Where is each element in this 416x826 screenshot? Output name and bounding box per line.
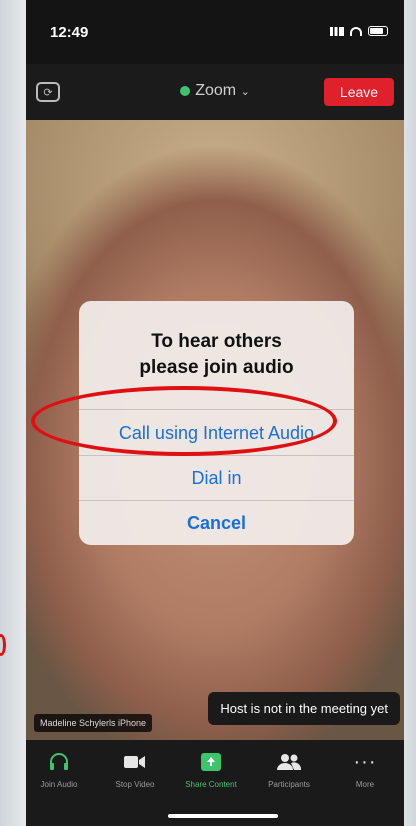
cancel-button[interactable]: Cancel	[79, 501, 354, 545]
participants-button[interactable]: Participants	[254, 752, 324, 789]
share-content-button[interactable]: Share Content	[176, 752, 246, 789]
status-time: 12:49	[50, 24, 89, 41]
signal-icon	[330, 26, 344, 36]
dialog-title-line2: please join audio	[139, 357, 294, 378]
meeting-title-label: Zoom	[195, 82, 237, 99]
join-audio-label: Join Audio	[40, 780, 78, 789]
battery-icon	[368, 26, 388, 36]
left-backdrop	[0, 0, 26, 826]
status-bar: 12:49	[26, 0, 404, 64]
stop-video-button[interactable]: Stop Video	[100, 752, 170, 789]
participants-label: Participants	[268, 780, 310, 789]
more-label: More	[355, 780, 375, 789]
annotation-highlight-ellipse	[31, 386, 337, 456]
dialog-title-line1: To hear others	[151, 331, 282, 352]
dialog-title: To hear others please join audio	[79, 329, 354, 381]
share-content-label: Share Content	[185, 780, 237, 789]
secure-shield-icon	[180, 85, 191, 96]
headphones-icon	[26, 752, 94, 772]
home-indicator[interactable]	[168, 814, 278, 818]
more-button[interactable]: ··· More	[330, 750, 400, 790]
stop-video-label: Stop Video	[115, 780, 155, 789]
meeting-top-bar: ⟳ Zoom ⌄ Leave	[26, 64, 404, 120]
video-camera-icon	[100, 752, 170, 772]
wifi-icon	[350, 26, 362, 36]
meeting-toolbar: Join Audio Stop Video Share Content Part…	[26, 740, 404, 826]
chevron-down-icon: ⌄	[240, 86, 250, 98]
participants-icon	[254, 752, 324, 772]
join-audio-button[interactable]: Join Audio	[26, 752, 94, 789]
leave-button[interactable]: Leave	[324, 78, 394, 106]
more-dots-icon: ···	[353, 750, 377, 773]
status-icons	[330, 26, 388, 36]
share-screen-icon	[176, 752, 246, 772]
participant-name-tag: Madeline Schylerls iPhone	[34, 714, 153, 732]
dial-in-button[interactable]: Dial in	[79, 456, 354, 500]
host-notice-tooltip: Host is not in the meeting yet	[208, 692, 400, 725]
